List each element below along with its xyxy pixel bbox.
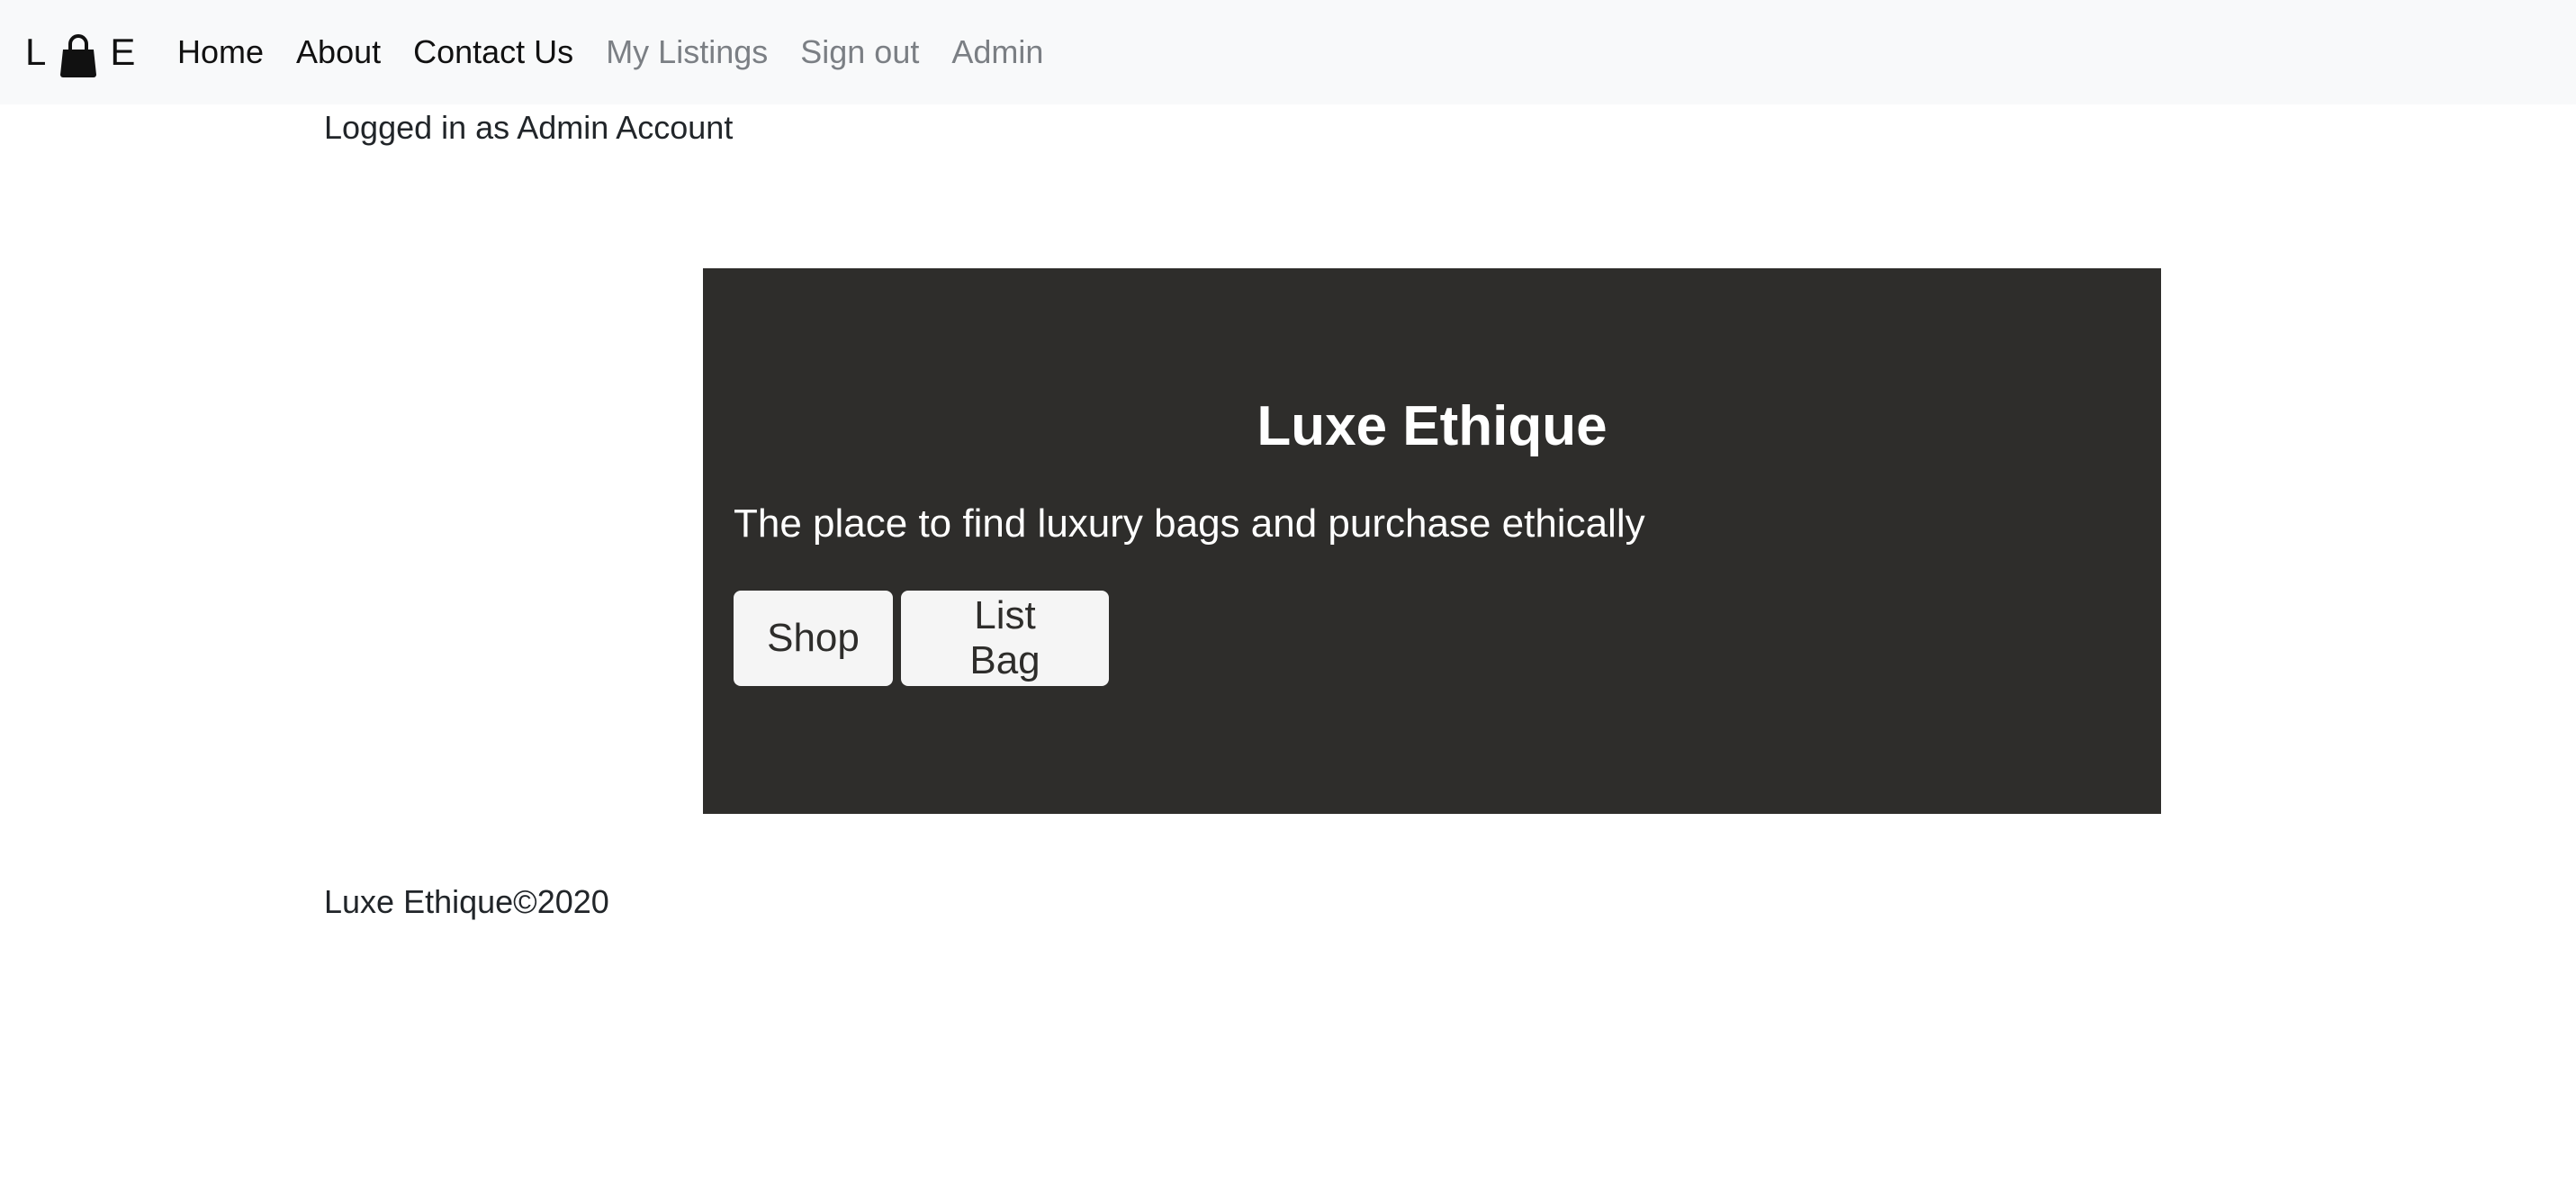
hero-subtitle: The place to find luxury bags and purcha… — [734, 501, 1645, 546]
nav-link-about[interactable]: About — [296, 33, 381, 71]
nav-link-admin[interactable]: Admin — [951, 33, 1043, 71]
list-bag-button[interactable]: List Bag — [901, 591, 1109, 686]
nav-link-home[interactable]: Home — [177, 33, 264, 71]
brand-logo-link[interactable]: L E — [25, 0, 135, 104]
top-navbar: L E Home About Contact Us My Listings Si… — [0, 0, 2576, 104]
nav-link-sign-out[interactable]: Sign out — [800, 33, 919, 71]
brand-letter-l: L — [25, 31, 47, 73]
nav-link-my-listings[interactable]: My Listings — [606, 33, 768, 71]
shopping-bag-icon — [59, 33, 98, 78]
nav-links: Home About Contact Us My Listings Sign o… — [177, 0, 1076, 104]
footer-copyright: Luxe Ethique©2020 — [324, 883, 609, 920]
brand-letter-e: E — [110, 31, 136, 73]
nav-link-contact-us[interactable]: Contact Us — [413, 33, 573, 71]
hero-title: Luxe Ethique — [1256, 395, 1608, 457]
shop-button[interactable]: Shop — [734, 591, 893, 686]
logged-in-status: Logged in as Admin Account — [324, 109, 734, 146]
